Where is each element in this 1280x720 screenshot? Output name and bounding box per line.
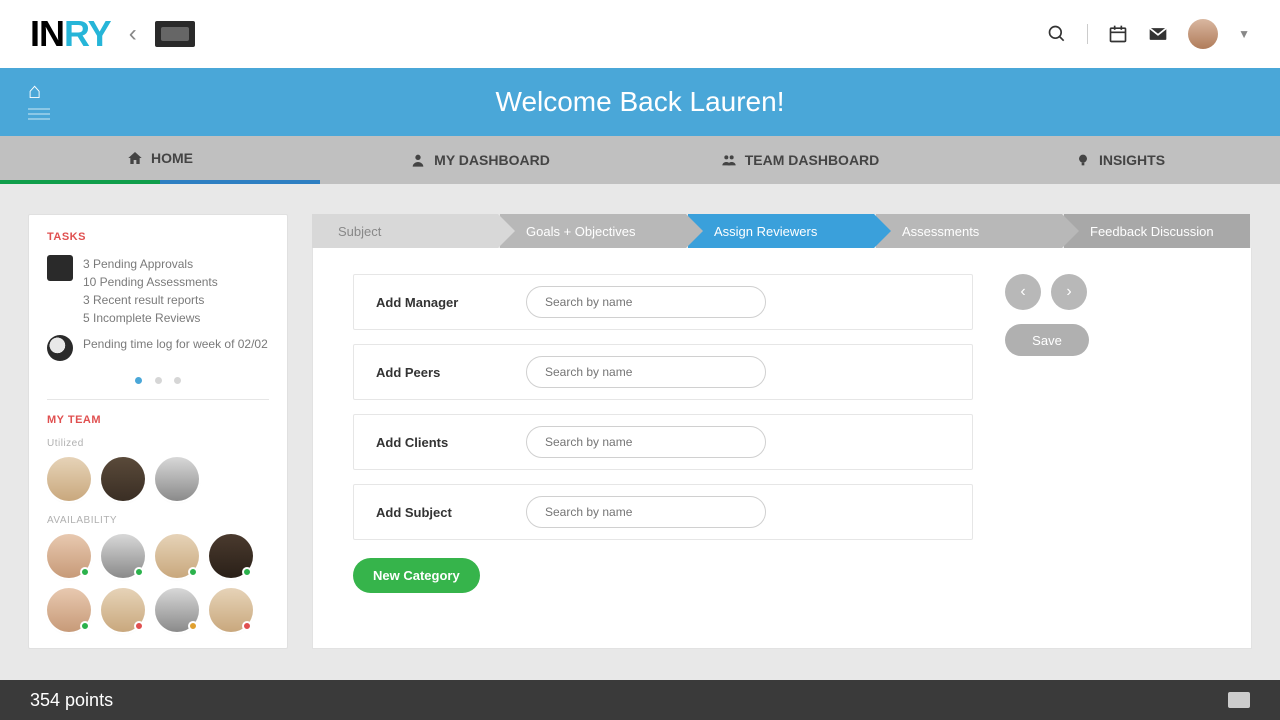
team-avatar[interactable] (47, 588, 91, 632)
logo-part-2: RY (64, 13, 111, 54)
utilized-avatars (47, 457, 269, 501)
task-reviews: 5 Incomplete Reviews (83, 309, 218, 327)
home-nav-icon (127, 150, 143, 166)
carousel-dots[interactable] (47, 371, 269, 389)
team-avatar[interactable] (209, 588, 253, 632)
welcome-text: Welcome Back Lauren! (496, 86, 785, 118)
label-add-manager: Add Manager (376, 295, 526, 310)
handshake-small-icon (47, 255, 73, 281)
bulb-icon (1075, 152, 1091, 168)
team-avatar[interactable] (47, 534, 91, 578)
nav-my-dashboard-label: MY DASHBOARD (434, 152, 550, 168)
input-add-clients[interactable] (526, 426, 766, 458)
task-approvals: 3 Pending Approvals (83, 255, 218, 273)
user-avatar[interactable] (1188, 19, 1218, 49)
home-icon: ⌂ (28, 78, 50, 104)
welcome-banner: ⌂ Welcome Back Lauren! (0, 68, 1280, 136)
team-icon (721, 152, 737, 168)
task-lines: 3 Pending Approvals 10 Pending Assessmen… (83, 255, 218, 327)
stepper: Subject Goals + Objectives Assign Review… (312, 214, 1252, 248)
team-avatar[interactable] (47, 457, 91, 501)
main-panel: Subject Goals + Objectives Assign Review… (312, 214, 1252, 649)
task-assessments: 10 Pending Assessments (83, 273, 218, 291)
nav-insights-label: INSIGHTS (1099, 152, 1165, 168)
menu-icon (28, 108, 50, 120)
sidebar: TASKS 3 Pending Approvals 10 Pending Ass… (28, 214, 288, 649)
main-nav: HOME MY DASHBOARD TEAM DASHBOARD INSIGHT… (0, 136, 1280, 184)
task-row-approvals[interactable]: 3 Pending Approvals 10 Pending Assessmen… (47, 255, 269, 327)
new-category-button[interactable]: New Category (353, 558, 480, 593)
dot-3[interactable] (174, 377, 181, 384)
points-text: 354 points (30, 690, 113, 711)
team-avatar[interactable] (209, 534, 253, 578)
row-add-subject: Add Subject (353, 484, 973, 540)
form-panel: Add Manager Add Peers Add Clients Add Su… (312, 248, 1252, 649)
nav-team-dashboard-label: TEAM DASHBOARD (745, 152, 880, 168)
top-bar: INRY ‹ ▼ (0, 0, 1280, 68)
row-add-manager: Add Manager (353, 274, 973, 330)
nav-insights[interactable]: INSIGHTS (960, 136, 1280, 184)
team-avatar[interactable] (101, 457, 145, 501)
step-assessments[interactable]: Assessments (876, 214, 1062, 248)
label-add-peers: Add Peers (376, 365, 526, 380)
content-area: TASKS 3 Pending Approvals 10 Pending Ass… (0, 184, 1280, 649)
input-add-peers[interactable] (526, 356, 766, 388)
step-subject[interactable]: Subject (312, 214, 498, 248)
handshake-icon[interactable] (155, 21, 195, 47)
step-feedback[interactable]: Feedback Discussion (1064, 214, 1250, 248)
label-add-clients: Add Clients (376, 435, 526, 450)
nav-home[interactable]: HOME (0, 136, 320, 184)
chat-icon[interactable] (1228, 692, 1250, 708)
pager-buttons: ‹ › (1005, 274, 1115, 310)
back-chevron-icon[interactable]: ‹ (129, 20, 137, 48)
nav-home-label: HOME (151, 150, 193, 166)
side-actions: ‹ › Save (1005, 274, 1115, 622)
clock-icon (47, 335, 73, 361)
team-avatar[interactable] (155, 457, 199, 501)
team-avatar[interactable] (155, 534, 199, 578)
topbar-left: INRY ‹ (30, 13, 195, 55)
nav-team-dashboard[interactable]: TEAM DASHBOARD (640, 136, 960, 184)
availability-avatars (47, 534, 269, 632)
home-menu-block[interactable]: ⌂ (28, 78, 50, 123)
calendar-icon[interactable] (1108, 24, 1128, 44)
team-avatar[interactable] (101, 534, 145, 578)
input-add-subject[interactable] (526, 496, 766, 528)
utilized-label: Utilized (47, 438, 269, 449)
footer-bar: 354 points (0, 680, 1280, 720)
row-add-clients: Add Clients (353, 414, 973, 470)
logo-part-1: IN (30, 13, 64, 54)
availability-label: AVAILABILITY (47, 515, 269, 526)
label-add-subject: Add Subject (376, 505, 526, 520)
task-timelog: Pending time log for week of 02/02 (83, 335, 268, 361)
task-reports: 3 Recent result reports (83, 291, 218, 309)
dot-1[interactable] (135, 377, 142, 384)
save-button[interactable]: Save (1005, 324, 1089, 356)
dot-2[interactable] (155, 377, 162, 384)
separator (1087, 24, 1088, 44)
mail-icon[interactable] (1148, 24, 1168, 44)
caret-down-icon[interactable]: ▼ (1238, 27, 1250, 41)
topbar-right: ▼ (1047, 19, 1250, 49)
tasks-title: TASKS (47, 231, 269, 243)
brand-logo[interactable]: INRY (30, 13, 111, 55)
person-icon (410, 152, 426, 168)
forms-column: Add Manager Add Peers Add Clients Add Su… (353, 274, 973, 622)
step-assign-reviewers[interactable]: Assign Reviewers (688, 214, 874, 248)
input-add-manager[interactable] (526, 286, 766, 318)
nav-my-dashboard[interactable]: MY DASHBOARD (320, 136, 640, 184)
search-icon[interactable] (1047, 24, 1067, 44)
prev-button[interactable]: ‹ (1005, 274, 1041, 310)
task-row-timelog[interactable]: Pending time log for week of 02/02 (47, 335, 269, 361)
step-goals[interactable]: Goals + Objectives (500, 214, 686, 248)
divider (47, 399, 269, 400)
team-avatar[interactable] (101, 588, 145, 632)
row-add-peers: Add Peers (353, 344, 973, 400)
team-avatar[interactable] (155, 588, 199, 632)
my-team-title: MY TEAM (47, 414, 269, 426)
next-button[interactable]: › (1051, 274, 1087, 310)
